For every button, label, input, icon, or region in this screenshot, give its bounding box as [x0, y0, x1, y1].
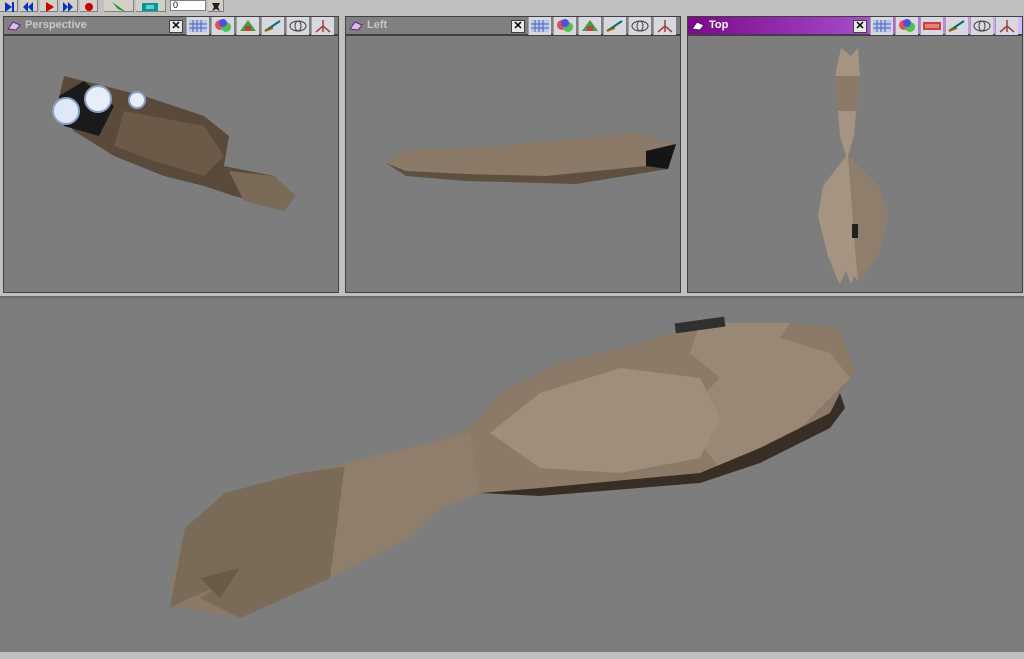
texture-icon — [582, 20, 598, 31]
shading-icon — [557, 19, 573, 32]
select-button[interactable] — [104, 0, 134, 12]
play-icon — [46, 2, 54, 12]
first-frame-icon — [5, 2, 14, 12]
record-icon — [85, 3, 93, 11]
viewport-canvas[interactable] — [687, 35, 1023, 293]
zoom-tool[interactable] — [995, 17, 1018, 35]
texture-tool[interactable] — [236, 17, 259, 35]
prev-frame-button[interactable] — [20, 0, 38, 12]
key-button[interactable] — [208, 0, 224, 12]
shading-tool[interactable] — [895, 17, 918, 35]
next-frame-icon — [63, 2, 73, 12]
viewport-canvas[interactable] — [345, 35, 681, 293]
close-button[interactable]: ✕ — [169, 20, 183, 33]
texture-icon — [923, 22, 941, 30]
zoom-tool[interactable] — [653, 17, 676, 35]
refresh-button[interactable] — [136, 0, 166, 12]
ship-model-top — [818, 48, 888, 284]
animation-toolbar: 0 — [0, 0, 1024, 12]
grid-tool[interactable] — [870, 17, 893, 35]
zoom-tool[interactable] — [311, 17, 334, 35]
wireframe-icon — [631, 20, 649, 32]
viewport-top: Top ✕ — [684, 13, 1024, 295]
ship-model-left — [386, 133, 676, 184]
viewport-icon — [7, 21, 21, 31]
viewport-icon — [349, 21, 363, 31]
refresh-icon — [142, 3, 158, 11]
grid-icon — [873, 20, 891, 32]
ship-model-perspective — [52, 76, 296, 211]
viewport-label: Top — [709, 19, 729, 31]
pan-icon — [948, 20, 965, 32]
select-arrow-icon — [112, 2, 126, 12]
key-icon — [212, 3, 220, 11]
ship-model-main — [170, 316, 855, 618]
wireframe-tool[interactable] — [970, 17, 993, 35]
wireframe-tool[interactable] — [286, 17, 309, 35]
viewport-title-bar[interactable]: Left ✕ — [345, 16, 681, 35]
texture-tool[interactable] — [920, 17, 943, 35]
record-button[interactable] — [80, 0, 98, 12]
wireframe-tool[interactable] — [628, 17, 651, 35]
grid-tool[interactable] — [528, 17, 551, 35]
shading-icon — [899, 19, 915, 32]
pan-icon — [606, 20, 623, 32]
pan-icon — [264, 20, 281, 32]
grid-tool[interactable] — [186, 17, 209, 35]
grid-icon — [189, 20, 207, 32]
viewport-toolbar — [186, 17, 339, 35]
viewport-label: Left — [367, 19, 388, 31]
zoom-icon — [999, 20, 1015, 33]
shading-tool[interactable] — [553, 17, 576, 35]
viewport-title-bar[interactable]: Top ✕ — [687, 16, 1023, 35]
texture-icon — [240, 20, 256, 31]
close-button[interactable]: ✕ — [511, 20, 525, 33]
shading-icon — [215, 19, 231, 32]
first-frame-button[interactable] — [0, 0, 18, 12]
play-button[interactable] — [40, 0, 58, 12]
main-viewport[interactable] — [0, 296, 1024, 652]
close-button[interactable]: ✕ — [853, 20, 867, 33]
wireframe-icon — [289, 20, 307, 32]
pan-tool[interactable] — [945, 17, 968, 35]
pan-tool[interactable] — [261, 17, 284, 35]
viewport-label: Perspective — [25, 19, 87, 31]
viewport-title-bar[interactable]: Perspective ✕ — [3, 16, 339, 35]
texture-tool[interactable] — [578, 17, 601, 35]
next-frame-button[interactable] — [60, 0, 78, 12]
viewport-icon — [691, 21, 705, 31]
grid-icon — [531, 20, 549, 32]
viewport-toolbar — [528, 17, 681, 35]
viewport-canvas[interactable] — [3, 35, 339, 293]
wireframe-icon — [973, 20, 991, 32]
viewport-toolbar — [870, 17, 1023, 35]
zoom-icon — [315, 20, 331, 33]
frame-input[interactable]: 0 — [170, 0, 206, 11]
prev-frame-icon — [23, 2, 33, 12]
viewport-perspective: Perspective ✕ — [0, 13, 342, 295]
viewport-left: Left ✕ — [342, 13, 684, 295]
zoom-icon — [657, 20, 673, 33]
pan-tool[interactable] — [603, 17, 626, 35]
shading-tool[interactable] — [211, 17, 234, 35]
